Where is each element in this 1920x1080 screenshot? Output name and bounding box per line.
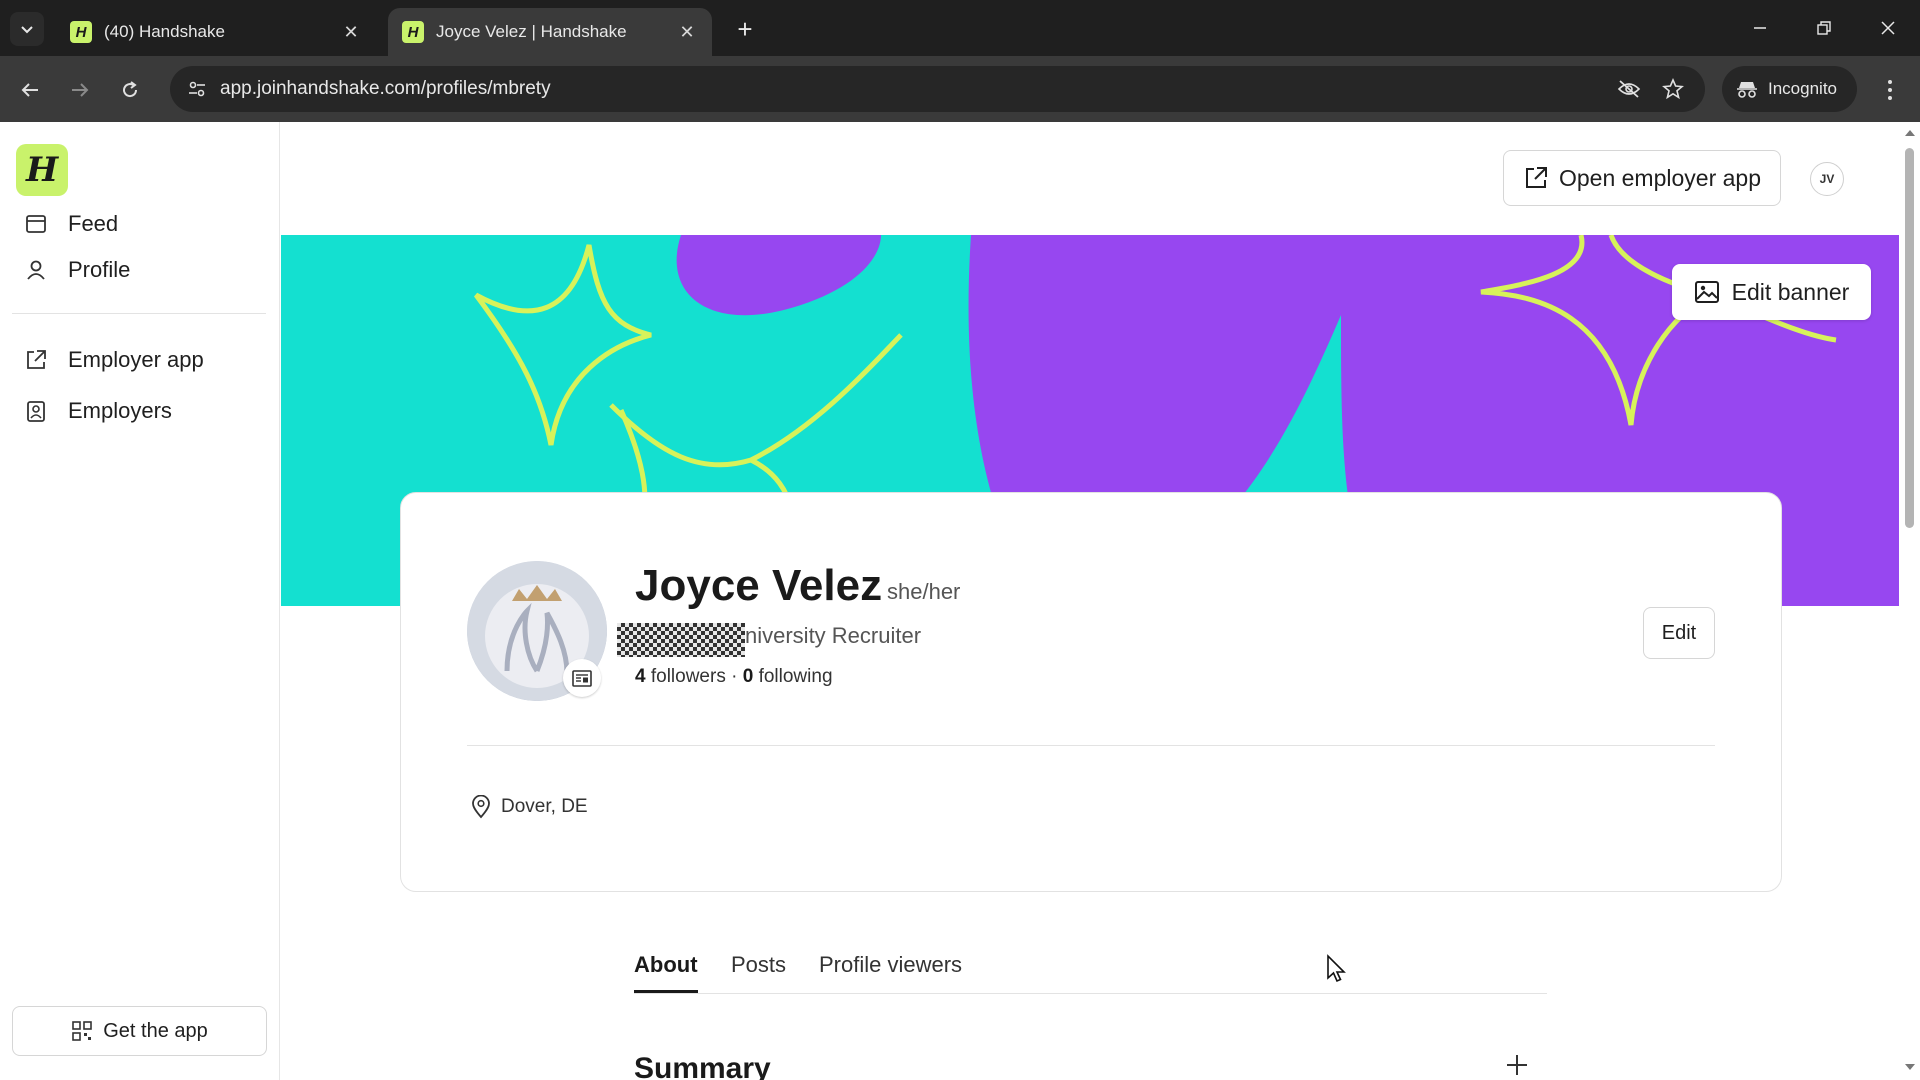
section-title-summary: Summary xyxy=(634,1052,771,1080)
user-icon xyxy=(22,256,50,284)
browser-tab-profile[interactable]: H Joyce Velez | Handshake ✕ xyxy=(388,8,712,56)
page-scrollbar[interactable] xyxy=(1900,122,1920,1080)
feed-icon xyxy=(22,210,50,238)
sidebar-item-employer-app[interactable]: Employer app xyxy=(22,342,204,378)
badge-icon xyxy=(22,397,50,425)
reload-icon xyxy=(123,81,138,98)
card-divider xyxy=(467,745,1715,746)
scroll-up-icon[interactable] xyxy=(1904,128,1916,138)
restore-button[interactable] xyxy=(1800,8,1848,48)
followers-stats[interactable]: 4 followers · 0 following xyxy=(635,666,833,688)
profile-name: Joyce Velez xyxy=(635,561,883,610)
back-button[interactable] xyxy=(12,72,48,108)
profile-location: Dover, DE xyxy=(471,795,588,819)
tab-title: (40) Handshake xyxy=(104,22,225,41)
handshake-logo[interactable]: H xyxy=(16,144,68,196)
followers-label: followers · xyxy=(645,666,743,687)
location-label: Dover, DE xyxy=(501,796,588,817)
eye-off-icon[interactable] xyxy=(1614,74,1644,104)
scroll-down-icon[interactable] xyxy=(1904,1062,1916,1072)
incognito-label: Incognito xyxy=(1768,79,1837,98)
bookmark-star-icon[interactable] xyxy=(1658,74,1688,104)
active-tab-indicator xyxy=(634,990,698,993)
following-count: 0 xyxy=(742,666,754,687)
arrow-right-icon xyxy=(72,83,89,97)
sidebar-item-label: Feed xyxy=(68,211,119,236)
scrollbar-thumb[interactable] xyxy=(1905,148,1914,528)
tab-about[interactable]: About xyxy=(634,952,698,978)
sidebar-item-employers[interactable]: Employers xyxy=(22,393,172,429)
followers-count: 4 xyxy=(635,666,646,687)
edit-profile-button[interactable]: Edit xyxy=(1643,607,1715,659)
tab-posts[interactable]: Posts xyxy=(731,952,786,978)
new-tab-button[interactable]: + xyxy=(730,14,760,44)
profile-card: Joyce Velez she/her niversity Recruiter … xyxy=(400,492,1782,892)
edit-banner-button[interactable]: Edit banner xyxy=(1672,264,1871,320)
forward-button[interactable] xyxy=(62,72,98,108)
minimize-button[interactable] xyxy=(1736,8,1784,48)
arrow-left-icon xyxy=(21,83,38,97)
incognito-icon xyxy=(1737,82,1757,98)
user-avatar[interactable]: JV xyxy=(1810,162,1844,196)
browser-toolbar: app.joinhandshake.com/profiles/mbrety In… xyxy=(0,56,1920,122)
close-window-button[interactable] xyxy=(1864,8,1912,48)
sidebar-item-profile[interactable]: Profile xyxy=(22,252,130,288)
handshake-favicon-icon: H xyxy=(402,21,424,43)
get-the-app-button[interactable]: Get the app xyxy=(12,1006,267,1056)
tab-title: Joyce Velez | Handshake xyxy=(436,22,627,41)
open-employer-app-label: Open employer app xyxy=(1558,164,1761,191)
reload-button[interactable] xyxy=(112,72,148,108)
sidebar-item-feed[interactable]: Feed xyxy=(22,206,118,242)
edit-banner-label: Edit banner xyxy=(1731,278,1850,305)
add-icon[interactable] xyxy=(1502,1050,1532,1080)
minimize-icon xyxy=(1754,27,1766,29)
more-vertical-icon xyxy=(1888,80,1892,100)
image-icon xyxy=(1694,281,1719,303)
close-icon xyxy=(1881,21,1895,35)
page: H Feed Profile Employer app Employers Ge… xyxy=(0,122,1920,1080)
tab-search-button[interactable] xyxy=(10,12,44,46)
sidebar-item-label: Profile xyxy=(68,257,131,282)
profile-job-title: niversity Recruiter xyxy=(745,623,922,648)
sidebar-item-label: Employers xyxy=(68,398,172,423)
profile-pronouns: she/her xyxy=(887,579,961,604)
browser-tab-handshake[interactable]: H (40) Handshake ✕ xyxy=(56,8,376,56)
chevron-down-icon xyxy=(21,26,33,34)
browser-tabstrip: H (40) Handshake ✕ H Joyce Velez | Hands… xyxy=(0,0,1920,56)
close-icon[interactable]: ✕ xyxy=(676,21,698,43)
mouse-cursor-icon xyxy=(1327,954,1346,983)
close-icon[interactable]: ✕ xyxy=(340,21,362,43)
redacted-text xyxy=(617,623,745,657)
map-pin-icon xyxy=(472,795,490,819)
site-settings-icon[interactable] xyxy=(182,74,212,104)
handshake-favicon-icon: H xyxy=(70,21,92,43)
external-link-icon xyxy=(22,346,50,374)
url-text: app.joinhandshake.com/profiles/mbrety xyxy=(220,78,551,99)
sidebar-item-label: Employer app xyxy=(68,347,204,372)
sidebar-divider xyxy=(12,313,266,314)
get-the-app-label: Get the app xyxy=(103,1019,208,1042)
restore-icon xyxy=(1817,21,1831,35)
open-employer-app-button[interactable]: Open employer app xyxy=(1503,150,1781,206)
newspaper-icon[interactable] xyxy=(563,659,601,697)
profile-tabs: About Posts Profile viewers xyxy=(634,942,1547,994)
tab-profile-viewers[interactable]: Profile viewers xyxy=(819,952,962,978)
sidebar: H Feed Profile Employer app Employers Ge… xyxy=(0,122,280,1080)
following-label: following xyxy=(753,666,833,687)
browser-menu-button[interactable] xyxy=(1875,72,1905,108)
qr-code-icon xyxy=(72,1021,93,1041)
external-link-icon xyxy=(1525,167,1547,188)
incognito-indicator[interactable]: Incognito xyxy=(1722,66,1857,112)
address-bar[interactable]: app.joinhandshake.com/profiles/mbrety xyxy=(170,66,1705,112)
